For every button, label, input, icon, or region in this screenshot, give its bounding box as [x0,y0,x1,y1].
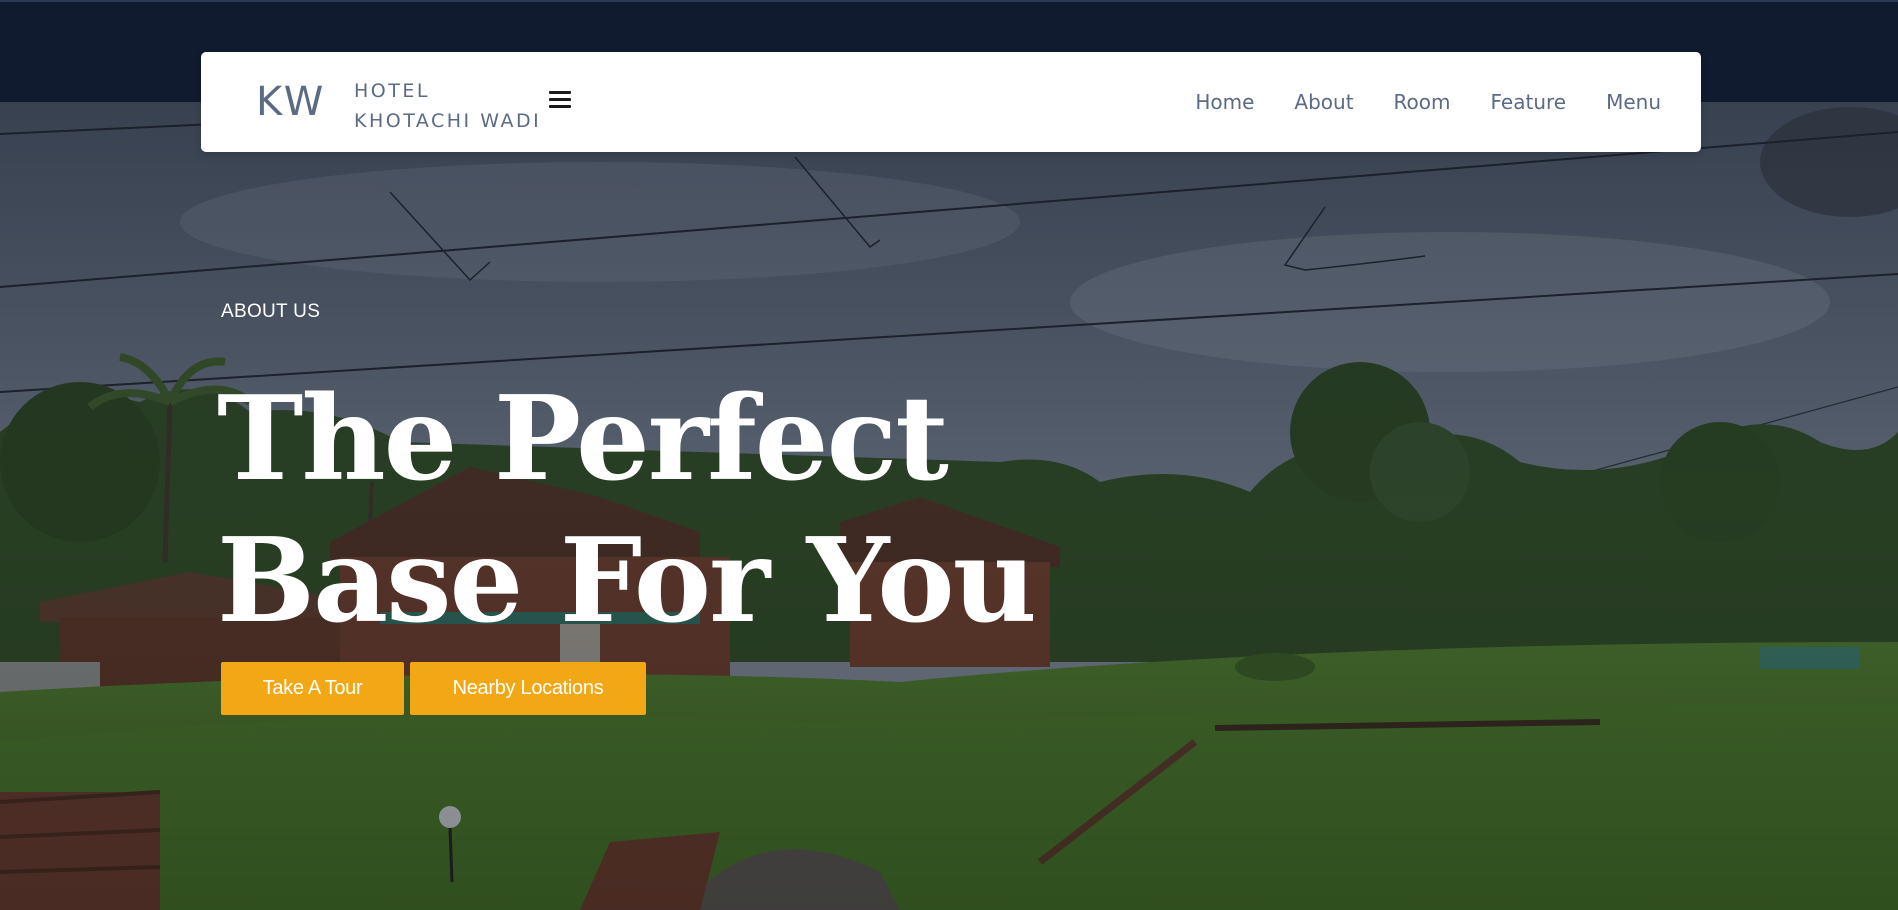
hero-headline: The Perfect Base For You [217,368,1037,652]
nav-link-home[interactable]: Home [1195,88,1254,116]
page: KW HOTEL KHOTACHI WADI Home About Room F… [0,0,1898,910]
brand-line-1: HOTEL [354,80,430,102]
nav-link-about[interactable]: About [1294,88,1353,116]
hero-actions: Take A Tour Nearby Locations [221,662,646,715]
hero-headline-line-1: The Perfect [217,371,949,507]
hero-headline-line-2: Base For You [217,513,1037,649]
brand-line-2: KHOTACHI WADI [354,110,542,132]
nav-link-room[interactable]: Room [1394,88,1451,116]
hamburger-menu-icon[interactable] [549,89,571,111]
take-a-tour-button[interactable]: Take A Tour [221,662,404,715]
nav-link-menu[interactable]: Menu [1606,88,1661,116]
nav-link-feature[interactable]: Feature [1491,88,1567,116]
brand-name[interactable]: HOTEL KHOTACHI WADI [354,76,541,136]
brand-logo-mark[interactable]: KW [256,80,326,124]
navbar: KW HOTEL KHOTACHI WADI Home About Room F… [201,52,1701,152]
hero-content: ABOUT US The Perfect Base For You [217,300,1037,652]
nearby-locations-button[interactable]: Nearby Locations [410,662,646,715]
section-eyebrow: ABOUT US [221,301,321,322]
nav-links: Home About Room Feature Menu [1195,88,1661,116]
